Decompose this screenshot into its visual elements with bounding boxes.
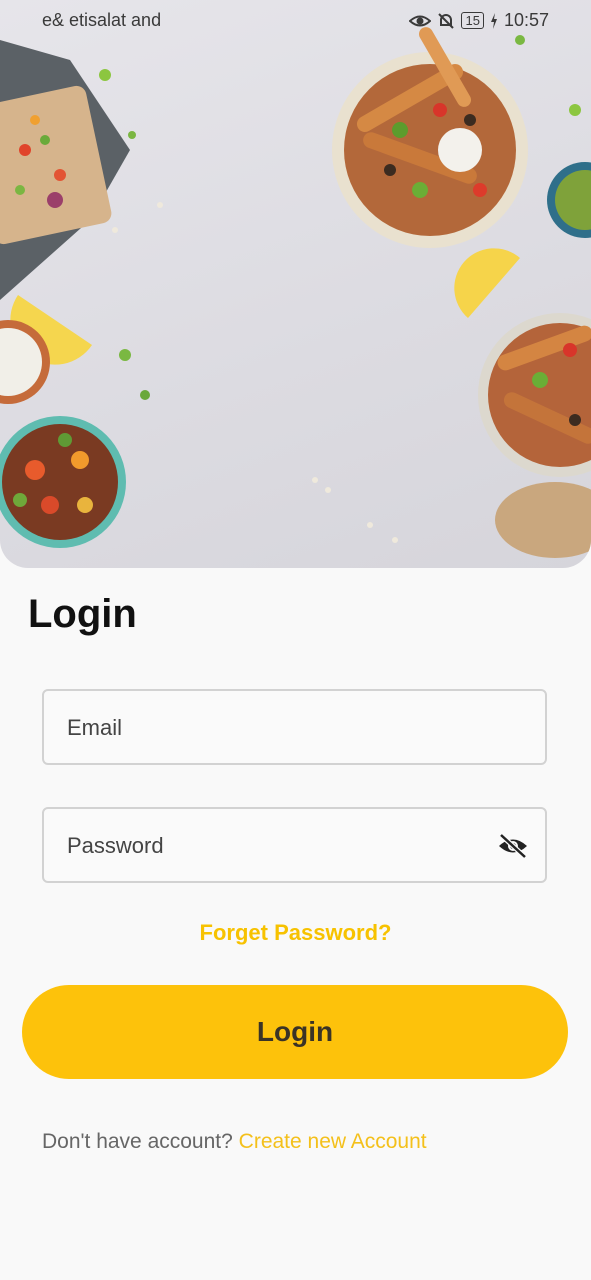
carrier-label: e& etisalat and bbox=[42, 10, 162, 30]
eye-status-icon bbox=[409, 15, 432, 26]
eye-off-icon[interactable] bbox=[497, 833, 529, 859]
email-field[interactable] bbox=[65, 691, 489, 765]
status-bar: e& etisalat and 15 10:57 bbox=[0, 0, 591, 40]
page-title: Login bbox=[28, 592, 137, 636]
login-button[interactable]: Login bbox=[22, 985, 568, 1079]
food-bowls-photo-icon bbox=[0, 27, 591, 558]
clock: 10:57 bbox=[503, 10, 549, 30]
bell-off-icon bbox=[438, 12, 455, 29]
password-field[interactable] bbox=[65, 809, 489, 883]
email-field-container bbox=[42, 689, 547, 765]
signup-prompt: Don't have account? bbox=[42, 1130, 233, 1153]
hero-food-image bbox=[0, 0, 591, 568]
signup-row: Don't have account? Create new Account bbox=[42, 1130, 427, 1154]
battery-level: 15 bbox=[461, 12, 484, 29]
create-account-link[interactable]: Create new Account bbox=[239, 1130, 427, 1153]
password-field-container bbox=[42, 807, 547, 883]
status-icons: 15 10:57 bbox=[409, 10, 549, 31]
forgot-password-link[interactable]: Forget Password? bbox=[0, 920, 591, 946]
charging-icon bbox=[490, 12, 497, 29]
